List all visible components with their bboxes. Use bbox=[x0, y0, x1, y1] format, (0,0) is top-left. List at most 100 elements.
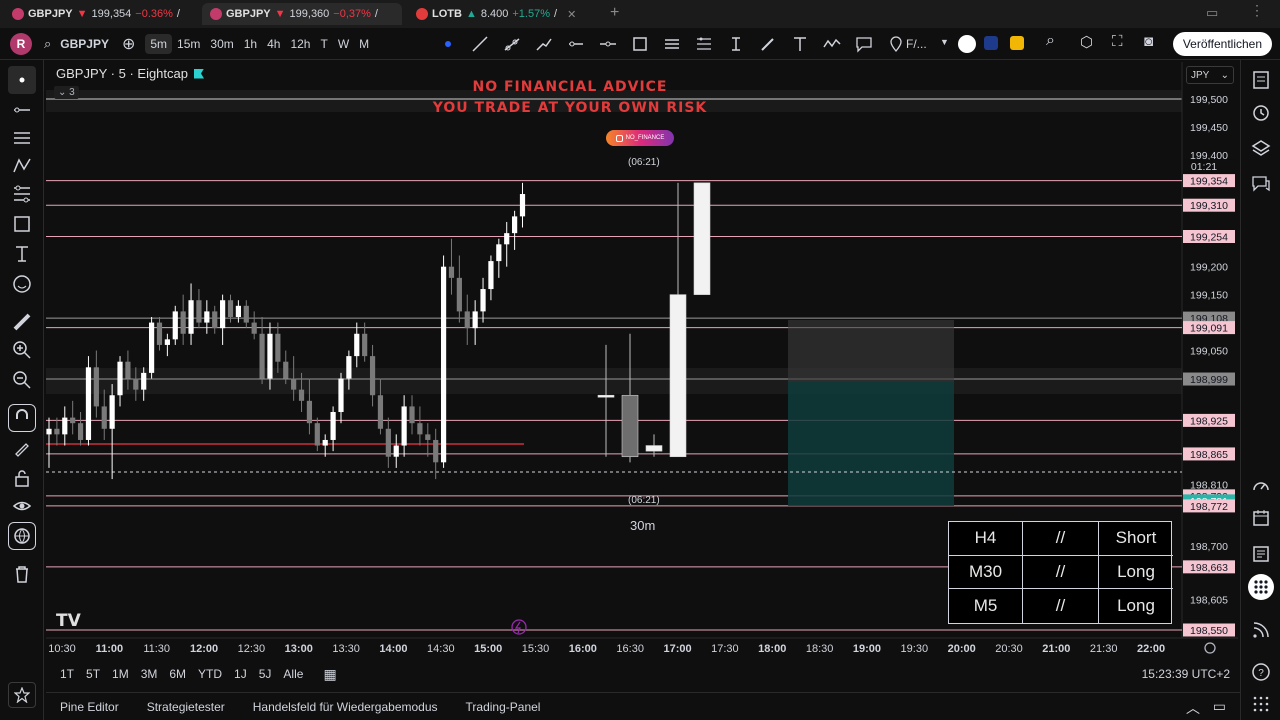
apps-grid-icon[interactable] bbox=[1248, 574, 1274, 600]
tab-symbol: GBPJPY bbox=[28, 8, 73, 20]
parallel-channel-icon[interactable] bbox=[660, 32, 684, 56]
settings-icon[interactable]: ⬡ bbox=[1080, 33, 1093, 51]
tab-pine-editor[interactable]: Pine Editor bbox=[46, 700, 133, 714]
info-line-icon[interactable] bbox=[532, 32, 556, 56]
lock-pencil-icon[interactable] bbox=[8, 434, 36, 462]
alert-icon[interactable] bbox=[958, 35, 976, 53]
browser-tab-lotb[interactable]: LOTB ▲ 8.400 +1.57% / ✕ bbox=[408, 3, 604, 25]
brush-icon[interactable] bbox=[756, 32, 780, 56]
search-icon[interactable]: ⌕ bbox=[44, 36, 51, 52]
ruler-icon[interactable] bbox=[8, 308, 36, 336]
close-tab-icon[interactable]: ✕ bbox=[567, 8, 576, 21]
clock[interactable]: 15:23:39 UTC+2 bbox=[1142, 667, 1230, 681]
fib-icon[interactable] bbox=[8, 124, 36, 152]
candle-body bbox=[377, 395, 384, 429]
note-icon[interactable] bbox=[1010, 36, 1024, 50]
horizontal-line-icon[interactable] bbox=[596, 32, 620, 56]
timeframe-1h[interactable]: 1h bbox=[239, 37, 262, 51]
range-5t[interactable]: 5T bbox=[80, 667, 106, 681]
grid-icon[interactable] bbox=[1249, 692, 1273, 716]
fib-icon[interactable] bbox=[692, 32, 716, 56]
data-window-icon[interactable] bbox=[1249, 542, 1273, 566]
timeframe-12h[interactable]: 12h bbox=[285, 37, 315, 51]
zoom-out-icon[interactable] bbox=[8, 366, 36, 394]
chevron-up-icon[interactable]: ︿ bbox=[1186, 698, 1200, 718]
time-tick: 11:00 bbox=[96, 643, 124, 655]
more-icon[interactable]: ⋮ bbox=[1250, 2, 1264, 19]
range-1t[interactable]: 1T bbox=[54, 667, 80, 681]
camera-icon[interactable]: ◙ bbox=[1144, 33, 1153, 50]
fullscreen-icon[interactable]: ⛶ bbox=[1112, 33, 1123, 50]
range-3m[interactable]: 3M bbox=[135, 667, 164, 681]
dot-icon[interactable] bbox=[436, 32, 460, 56]
eye-icon[interactable] bbox=[8, 492, 36, 520]
range-6m[interactable]: 6M bbox=[163, 667, 192, 681]
tab-trading-panel[interactable]: Trading-Panel bbox=[452, 700, 555, 714]
help-icon[interactable]: ? bbox=[1249, 660, 1273, 684]
watchlist-star-icon[interactable] bbox=[8, 682, 36, 708]
ray-icon[interactable] bbox=[500, 32, 524, 56]
chevron-down-icon[interactable]: ▼ bbox=[940, 37, 949, 47]
lock-icon[interactable] bbox=[8, 464, 36, 492]
candle-body bbox=[267, 333, 273, 379]
watchlist-icon[interactable] bbox=[1249, 68, 1273, 92]
range-alle[interactable]: Alle bbox=[277, 667, 309, 681]
range-5j[interactable]: 5J bbox=[253, 667, 278, 681]
layers-icon[interactable] bbox=[1249, 136, 1273, 160]
indicators-button[interactable]: F/... bbox=[906, 37, 927, 51]
timeframe-4h[interactable]: 4h bbox=[262, 37, 285, 51]
publish-button[interactable]: Veröffentlichen bbox=[1172, 32, 1272, 56]
timeframe-w[interactable]: W bbox=[333, 37, 354, 51]
horizontal-ray-icon[interactable] bbox=[564, 32, 588, 56]
date-range-icon[interactable]: ▦ bbox=[323, 666, 336, 683]
rectangle-icon[interactable] bbox=[628, 32, 652, 56]
trend-line-icon[interactable] bbox=[468, 32, 492, 56]
new-tab-icon[interactable]: + bbox=[610, 4, 619, 22]
shape-icon[interactable] bbox=[8, 210, 36, 238]
compare-icon[interactable]: ⊕ bbox=[122, 34, 135, 54]
symbol-search[interactable]: GBPJPY bbox=[55, 37, 114, 51]
timeframe-15m[interactable]: 15m bbox=[172, 37, 205, 51]
currency-select[interactable]: JPY ⌄ bbox=[1186, 66, 1234, 84]
browser-tab-gbpjpy-1[interactable]: GBPJPY ▼ 199,354 −0.36% / bbox=[4, 3, 196, 25]
trend-line-icon[interactable] bbox=[8, 96, 36, 124]
search-icon[interactable]: ⌕ bbox=[1046, 32, 1055, 50]
text-icon[interactable] bbox=[8, 240, 36, 268]
layout-icon[interactable]: ▭ bbox=[1206, 5, 1218, 21]
timeframe-30m[interactable]: 30m bbox=[205, 37, 238, 51]
maximize-icon[interactable]: ▭ bbox=[1213, 698, 1226, 715]
text-icon[interactable] bbox=[788, 32, 812, 56]
chart-icon[interactable] bbox=[984, 36, 998, 50]
comment-icon[interactable] bbox=[852, 32, 876, 56]
avatar[interactable]: R bbox=[10, 32, 32, 55]
timeframe-5m[interactable]: 5m bbox=[145, 33, 173, 54]
flag-icon[interactable] bbox=[194, 68, 204, 79]
range-ytd[interactable]: YTD bbox=[192, 667, 228, 681]
chat-icon[interactable] bbox=[1249, 172, 1273, 196]
prediction-icon[interactable] bbox=[8, 180, 36, 208]
timeframe-t[interactable]: T bbox=[315, 37, 332, 51]
legend-collapse[interactable]: ⌄ 3 bbox=[54, 86, 79, 99]
text-cursor-icon[interactable] bbox=[724, 32, 748, 56]
pin-icon[interactable] bbox=[884, 32, 908, 56]
cursor-icon[interactable] bbox=[8, 66, 36, 94]
emoji-icon[interactable] bbox=[8, 270, 36, 298]
zoom-in-icon[interactable] bbox=[8, 336, 36, 364]
globe-icon[interactable] bbox=[8, 522, 36, 550]
magnet-icon[interactable] bbox=[8, 404, 36, 432]
tab-favicon-icon bbox=[12, 8, 24, 20]
range-1m[interactable]: 1M bbox=[106, 667, 135, 681]
calendar-icon[interactable] bbox=[1249, 506, 1273, 530]
range-1j[interactable]: 1J bbox=[228, 667, 253, 681]
broadcast-icon[interactable] bbox=[1249, 618, 1273, 642]
alarm-clock-icon[interactable] bbox=[1249, 100, 1273, 124]
gauge-icon[interactable] bbox=[1249, 474, 1273, 498]
timeframe-m[interactable]: M bbox=[354, 37, 374, 51]
trash-icon[interactable] bbox=[8, 560, 36, 588]
tab-strategy-tester[interactable]: Strategietester bbox=[133, 700, 239, 714]
pattern-icon[interactable] bbox=[8, 152, 36, 180]
pattern-icon[interactable] bbox=[820, 32, 844, 56]
tab-replay-trading[interactable]: Handelsfeld für Wiedergabemodus bbox=[239, 700, 452, 714]
time-tick: 21:00 bbox=[1042, 643, 1070, 655]
browser-tab-gbpjpy-2[interactable]: GBPJPY ▼ 199,360 −0,37% / bbox=[202, 3, 402, 25]
